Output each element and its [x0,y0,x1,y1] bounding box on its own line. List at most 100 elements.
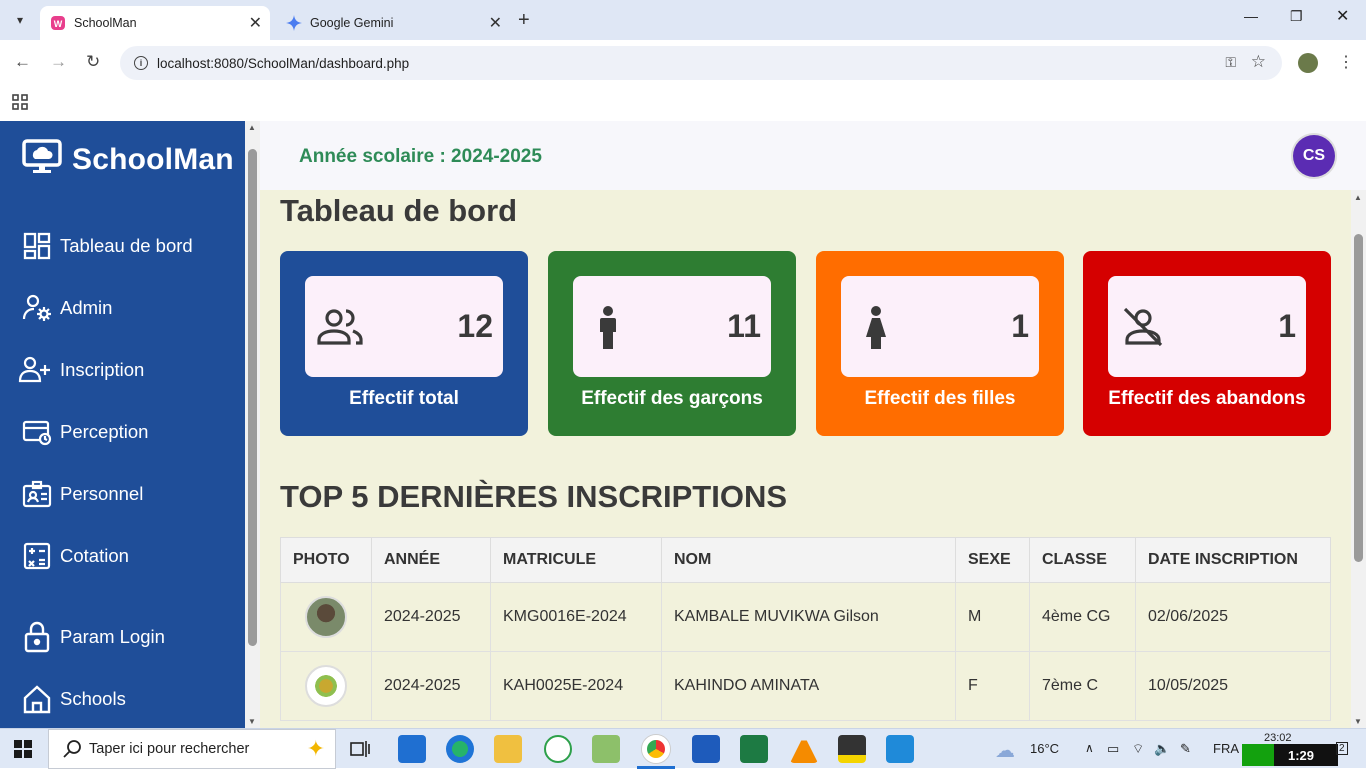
cell-sexe: M [955,582,1030,652]
stat-card-inner: 1 [1108,276,1306,377]
chrome-icon[interactable] [642,735,670,763]
photos-app-icon[interactable] [592,735,620,763]
column-header[interactable]: CLASSE [1029,537,1136,583]
site-info-icon[interactable]: i [134,56,148,70]
tab-search-icon[interactable]: ▾ [8,8,32,32]
reload-icon[interactable]: ↻ [86,52,100,72]
stat-label: Effectif total [349,388,459,409]
stat-card-inner: 11 [573,276,771,377]
stat-card-dropouts[interactable]: 1 Effectif des abandons [1083,251,1331,436]
weather-temp[interactable]: 16°C [1030,741,1059,756]
sidebar-item-param-login[interactable]: Param Login [22,621,165,653]
sidebar-scrollbar[interactable]: ▲ ▼ [245,121,260,728]
apps-grid-icon[interactable] [12,94,28,115]
column-header[interactable]: SEXE [955,537,1030,583]
scroll-down-icon[interactable]: ▼ [1354,717,1362,726]
admin-gear-icon [22,293,52,323]
brand-logo[interactable]: SchoolMan [22,139,234,180]
restore-icon[interactable]: ❐ [1290,8,1303,25]
profile-avatar[interactable] [1298,53,1318,73]
table-row[interactable]: 2024-2025 KAH0025E-2024 KAHINDO AMINATA … [280,651,1331,721]
sidebar-item-cotation[interactable]: Cotation [22,541,129,571]
cell-date: 02/06/2025 [1135,582,1331,652]
menu-icon[interactable]: ⋮ [1338,52,1354,72]
cell-nom: KAMBALE MUVIKWA Gilson [661,582,956,652]
calculator-icon [22,541,52,571]
sidebar-item-dashboard[interactable]: Tableau de bord [22,231,193,261]
stat-card-boys[interactable]: 11 Effectif des garçons [548,251,796,436]
column-header[interactable]: PHOTO [280,537,372,583]
sidebar-item-personnel[interactable]: Personnel [22,479,143,509]
store-icon[interactable] [398,735,426,763]
weather-icon[interactable]: ☁ [995,738,1015,763]
tab-schoolman[interactable]: W SchoolMan ✕ [40,6,270,40]
stat-card-total[interactable]: 12 Effectif total [280,251,528,436]
sidebar-item-perception[interactable]: Perception [22,417,148,447]
scroll-down-icon[interactable]: ▼ [248,717,256,726]
stock-app-icon[interactable] [544,735,572,763]
table-row[interactable]: 2024-2025 KMG0016E-2024 KAMBALE MUVIKWA … [280,582,1331,652]
file-explorer-icon[interactable] [494,735,522,763]
pen-icon[interactable]: ✎ [1180,741,1191,757]
windows-start-icon[interactable] [14,740,32,763]
edge-icon[interactable] [446,735,474,763]
dashboard-icon [22,231,52,261]
stat-label: Effectif des filles [864,388,1016,409]
stat-value: 1 [1278,308,1296,344]
column-header[interactable]: MATRICULE [490,537,662,583]
star-icon[interactable]: ☆ [1251,52,1266,72]
word-icon[interactable] [692,735,720,763]
scroll-up-icon[interactable]: ▲ [1354,193,1362,202]
notification-count[interactable]: 2 [1336,742,1348,755]
volume-icon[interactable]: 🔈 [1154,741,1170,757]
stat-card-girls[interactable]: 1 Effectif des filles [816,251,1064,436]
column-header[interactable]: ANNÉE [371,537,491,583]
close-window-icon[interactable]: ✕ [1336,6,1349,26]
new-tab-icon[interactable]: + [518,9,530,32]
tab-gemini[interactable]: Google Gemini ✕ [276,6,510,40]
clock-time[interactable]: 23:02 [1264,732,1292,744]
bookmarks-bar [0,86,1366,121]
sidebar-item-inscription[interactable]: Inscription [18,355,144,385]
tab-title: Google Gemini [310,16,394,30]
minimize-icon[interactable]: — [1244,8,1258,24]
schoolman-favicon-icon: W [50,15,66,31]
back-icon[interactable]: ← [14,52,31,72]
sidebar-item-label: Admin [60,297,113,318]
page-title: Tableau de bord [280,193,518,228]
sidebar-item-label: Perception [60,421,149,442]
sidebar-item-schools[interactable]: Schools [22,684,126,714]
task-view-icon[interactable] [350,739,370,764]
scrollbar-thumb[interactable] [248,149,257,646]
stat-label: Effectif des garçons [581,388,763,409]
sticky-notes-icon[interactable] [838,735,866,763]
home-icon [22,684,52,714]
main-scrollbar[interactable]: ▲ ▼ [1351,190,1366,728]
vscode-icon[interactable] [886,735,914,763]
scrollbar-thumb[interactable] [1354,234,1363,562]
close-tab-icon[interactable]: ✕ [249,13,262,33]
wifi-icon[interactable]: ⌔ [1132,741,1144,757]
close-tab-icon[interactable]: ✕ [489,13,502,33]
excel-icon[interactable] [740,735,768,763]
language-indicator[interactable]: FRA [1213,741,1239,756]
taskbar-search[interactable]: Taper ici pour rechercher ✦ [48,729,336,769]
vlc-icon[interactable] [790,735,818,763]
monitor-icon [22,139,62,180]
user-avatar[interactable]: CS [1293,135,1335,177]
forward-icon[interactable]: → [50,52,67,72]
sidebar-item-admin[interactable]: Admin [22,293,112,323]
key-icon[interactable]: ⚿ [1225,54,1236,71]
battery-icon[interactable]: ▭ [1107,741,1119,757]
column-header[interactable]: DATE INSCRIPTION [1135,537,1331,583]
registrations-table: PHOTO ANNÉE MATRICULE NOM SEXE CLASSE DA… [280,537,1331,721]
section-title: TOP 5 DERNIÈRES INSCRIPTIONS [280,479,788,514]
stat-value: 11 [727,308,761,344]
cell-classe: 7ème C [1029,651,1136,721]
brand-name: SchoolMan [72,142,234,176]
chevron-up-icon[interactable]: ∧ [1085,741,1094,755]
address-bar[interactable]: i localhost:8080/SchoolMan/dashboard.php… [120,46,1282,80]
column-header[interactable]: NOM [661,537,956,583]
scroll-up-icon[interactable]: ▲ [248,123,256,132]
sidebar-item-label: Schools [60,688,126,709]
